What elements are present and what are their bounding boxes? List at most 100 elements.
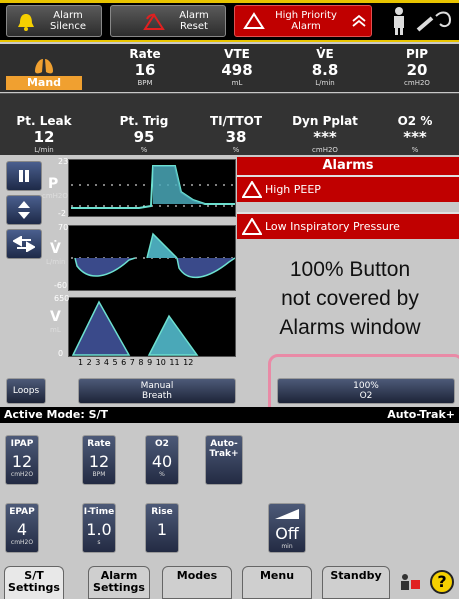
pressure-unit: cmH2O (42, 192, 68, 200)
connection-status-icon (401, 574, 420, 590)
active-mode-label: Active Mode: S/T (4, 408, 109, 421)
param-ti-ttot-unit: % (232, 146, 240, 154)
loops-button[interactable]: Loops (6, 378, 46, 404)
annotation-line: 100% Button (289, 258, 411, 281)
param-o2: O2 % *** % (375, 114, 455, 155)
tab-modes[interactable]: Modes (162, 566, 232, 599)
tab-label: Menu (259, 569, 295, 582)
setting-ramp[interactable]: Off min (268, 503, 306, 553)
tab-bar: S/T Settings Alarm Settings Modes Menu S… (0, 564, 459, 599)
annotation-line: not covered by (281, 287, 419, 310)
pressure-min-label: -2 (58, 209, 66, 218)
flow-max-label: 70 (58, 223, 69, 232)
alarm-silence-button[interactable]: Alarm Silence (6, 5, 102, 37)
manual-breath-label: Manual Breath (140, 381, 174, 401)
volume-label: V (50, 309, 61, 325)
top-accent-line (0, 0, 459, 3)
setting-auto-trak[interactable]: Auto-Trak+ (205, 435, 243, 485)
alarm-item-high-peep[interactable]: High PEEP (237, 175, 459, 202)
tab-menu[interactable]: Menu (242, 566, 312, 599)
scale-vertical-button[interactable] (6, 195, 42, 225)
pressure-waveform (71, 165, 235, 209)
setting-rate[interactable]: Rate 12 BPM (82, 435, 116, 485)
param-rate-unit: BPM (137, 79, 153, 87)
setting-epap[interactable]: EPAP 4 cmH2O (5, 503, 39, 553)
param-pip-title: PIP (405, 47, 429, 61)
param-dyn-pplat: Dyn Pplat *** cmH2O (285, 114, 365, 155)
alarms-panel: Alarms High PEEP Low Inspiratory Pressur… (237, 157, 459, 369)
auto-trak-label: Auto-Trak+ (387, 408, 455, 421)
setting-rise-title: Rise (151, 507, 173, 517)
ramp-icon (275, 509, 299, 519)
volume-max-label: 650 (54, 294, 70, 303)
param-pt-leak-unit: L/min (34, 146, 54, 154)
setting-ipap[interactable]: IPAP 12 cmH2O (5, 435, 39, 485)
param-ve-title: V̇E (316, 47, 334, 61)
tab-label: Standby (330, 569, 382, 582)
pressure-label: P (48, 176, 59, 192)
setting-ipap-title: IPAP (10, 439, 34, 449)
tab-label: Modes (176, 569, 218, 582)
alarm-reset-button[interactable]: Alarm Reset (110, 5, 226, 37)
tab-st-settings[interactable]: S/T Settings (4, 566, 64, 599)
param-rate: Rate 16 BPM (110, 47, 180, 88)
tab-label: S/T Settings (8, 569, 60, 594)
setting-o2-title: O2 (155, 439, 169, 449)
setting-ipap-unit: cmH2O (10, 471, 34, 478)
flow-waveform (71, 232, 236, 279)
setting-epap-unit: cmH2O (10, 539, 34, 546)
param-rate-title: Rate (129, 47, 161, 61)
setting-rate-title: Rate (87, 439, 111, 449)
setting-auto-trak-title: Auto-Trak+ (209, 439, 239, 459)
setting-rise-value: 1 (156, 520, 168, 539)
manual-breath-button[interactable]: Manual Breath (78, 378, 236, 404)
param-ti-ttot: TI/TTOT 38 % (196, 114, 276, 155)
annotation-line: Alarms window (279, 316, 421, 339)
tab-standby[interactable]: Standby (322, 566, 390, 599)
tab-alarm-settings[interactable]: Alarm Settings (88, 566, 150, 599)
param-ti-ttot-title: TI/TTOT (209, 114, 263, 128)
circuit-icon (416, 11, 452, 32)
active-mode-bar: Active Mode: S/T Auto-Trak+ (0, 407, 459, 423)
volume-waveform (71, 300, 199, 356)
setting-rise[interactable]: Rise 1 (145, 503, 179, 553)
high-priority-alarm-button[interactable]: High Priority Alarm (234, 5, 372, 37)
param-pt-leak-value: 12 (33, 128, 55, 146)
scale-horizontal-button[interactable] (6, 229, 42, 259)
time-axis-ticks: 1 2 3 4 5 6 7 8 9 10 11 12 (78, 358, 194, 367)
flow-unit: L/min (46, 258, 66, 266)
pressure-graph (68, 159, 236, 217)
param-vte-title: VTE (224, 47, 250, 61)
param-pt-trig-value: 95 (133, 128, 155, 146)
alarm-item-low-inspiratory-pressure[interactable]: Low Inspiratory Pressure (237, 212, 459, 239)
param-pt-trig-unit: % (140, 146, 148, 154)
volume-unit: mL (50, 326, 61, 334)
flow-label: V̇ (50, 241, 61, 257)
high-priority-label: High Priority Alarm (275, 10, 337, 32)
alarm-item-label: High PEEP (265, 183, 321, 196)
param-rate-value: 16 (134, 61, 156, 79)
alarm-reset-label: Alarm Reset (179, 10, 209, 32)
help-icon[interactable]: ? (430, 570, 454, 594)
param-dyn-pplat-value: *** (313, 128, 337, 146)
param-pt-leak-title: Pt. Leak (16, 114, 72, 128)
param-pip: PIP 20 cmH2O (382, 47, 452, 88)
flow-graph (68, 225, 236, 291)
param-ti-ttot-value: 38 (225, 128, 247, 146)
tab-label: Alarm Settings (93, 569, 145, 594)
setting-o2[interactable]: O2 40 % (145, 435, 179, 485)
setting-ipap-value: 12 (11, 452, 33, 471)
settings-panel: IPAP 12 cmH2O Rate 12 BPM O2 40 % Auto-T… (0, 423, 459, 564)
param-ve: V̇E 8.8 L/min (290, 47, 360, 88)
monitored-parameters-row-1: Mand Rate 16 BPM VTE 498 mL V̇E 8.8 L/mi… (0, 44, 459, 92)
setting-epap-title: EPAP (9, 507, 35, 517)
freeze-button[interactable] (6, 161, 42, 191)
alarm-reset-icon (143, 13, 165, 30)
setting-i-time[interactable]: I-Time 1.0 s (82, 503, 116, 553)
double-chevron-up-icon (352, 14, 366, 27)
alarm-item-label: Low Inspiratory Pressure (265, 220, 400, 233)
setting-rate-unit: BPM (92, 471, 106, 478)
lungs-icon (35, 59, 53, 74)
setting-i-time-value: 1.0 (86, 520, 112, 539)
monitored-parameters-row-2: Pt. Leak 12 L/min Pt. Trig 95 % TI/TTOT … (0, 93, 459, 155)
